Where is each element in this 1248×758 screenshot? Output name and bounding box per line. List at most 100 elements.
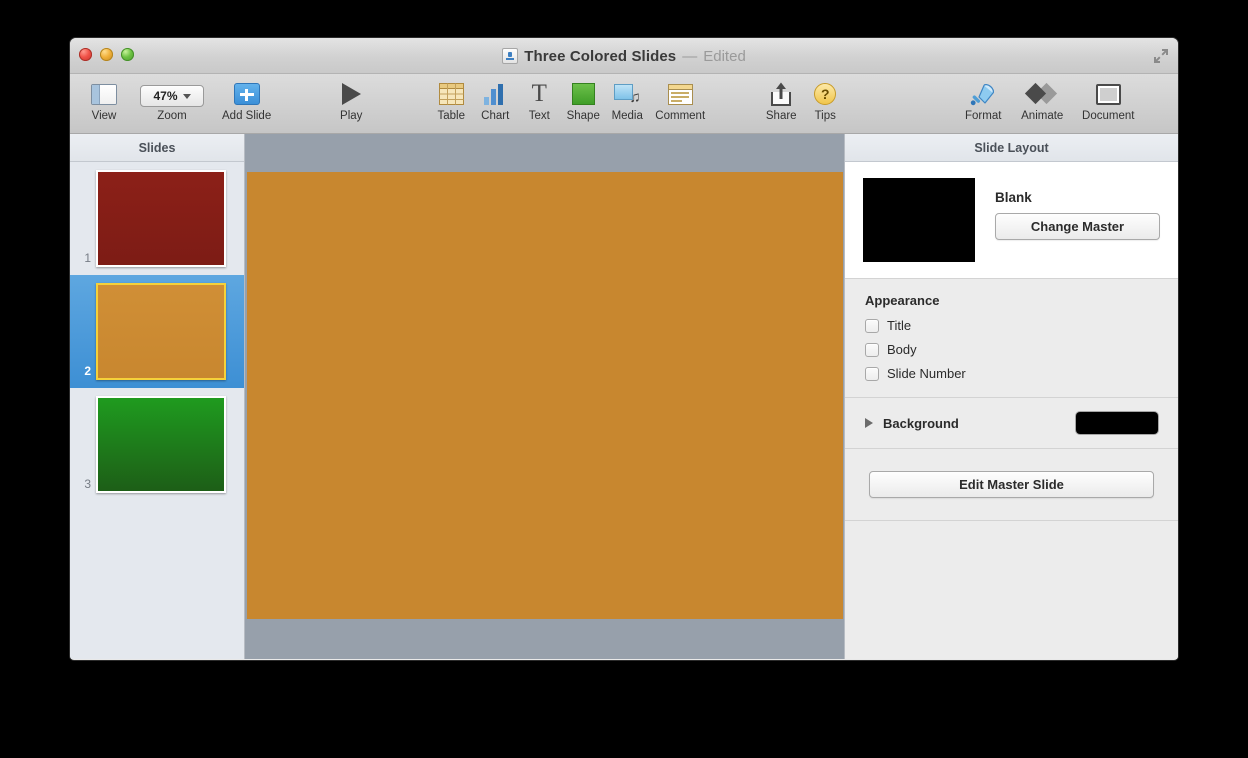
format-button[interactable]: Format (955, 74, 1011, 122)
master-slide-section: Blank Change Master (845, 162, 1178, 279)
slide-canvas-area[interactable] (245, 134, 844, 659)
bar-chart-icon (483, 79, 508, 109)
document-title: Three Colored Slides (524, 48, 676, 65)
traffic-lights (79, 48, 134, 61)
slide-list: 1 2 3 (70, 162, 244, 659)
background-section[interactable]: Background (845, 398, 1178, 449)
slide-thumbnail-2[interactable]: 2 (70, 275, 244, 388)
add-slide-button[interactable]: Add Slide (222, 74, 271, 122)
appearance-title: Appearance (865, 293, 1158, 308)
slides-header: Slides (70, 134, 244, 162)
media-button[interactable]: ♫ Media (605, 74, 649, 122)
edit-master-section: Edit Master Slide (845, 449, 1178, 521)
appearance-slide-number-row[interactable]: Slide Number (865, 366, 1158, 381)
play-button[interactable]: Play (329, 74, 373, 122)
slide-navigator: Slides 1 2 3 (70, 134, 245, 659)
master-thumbnail[interactable] (863, 178, 975, 262)
edited-badge: Edited (703, 48, 746, 65)
background-color-swatch[interactable] (1076, 412, 1158, 434)
appearance-title-row[interactable]: Title (865, 318, 1158, 333)
slide-preview-2 (96, 283, 226, 380)
shape-label: Shape (567, 110, 600, 122)
text-t-icon: T (532, 79, 547, 109)
slide-preview-3 (96, 396, 226, 493)
toolbar-insert-group: Table Chart T Text (429, 74, 711, 122)
current-slide-canvas[interactable] (247, 172, 843, 619)
toolbar-right-group: Format Animate Document (955, 74, 1143, 122)
appearance-section: Appearance Title Body Slide Number (845, 279, 1178, 398)
animate-button[interactable]: Animate (1011, 74, 1073, 122)
title-checkbox[interactable] (865, 319, 879, 333)
share-button[interactable]: Share (759, 74, 803, 122)
keynote-window: Three Colored Slides — Edited View (70, 38, 1178, 660)
shape-button[interactable]: Shape (561, 74, 605, 122)
zoom-value: 47% (153, 89, 177, 103)
animate-label: Animate (1021, 110, 1063, 122)
zoom-control[interactable]: 47% Zoom (140, 74, 204, 122)
paintbrush-icon (970, 79, 996, 109)
question-circle-icon: ? (814, 79, 836, 109)
slide-thumbnail-1[interactable]: 1 (70, 162, 244, 275)
text-t-glyph: T (532, 83, 547, 105)
document-button[interactable]: Document (1073, 74, 1143, 122)
title-checkbox-label: Title (887, 318, 911, 333)
document-label: Document (1082, 110, 1134, 122)
keynote-document-icon (502, 48, 518, 64)
master-name-label: Blank (995, 190, 1160, 205)
add-slide-label: Add Slide (222, 110, 271, 122)
text-button[interactable]: T Text (517, 74, 561, 122)
zoom-popup-button[interactable]: 47% (140, 79, 204, 109)
tips-button[interactable]: ? Tips (803, 74, 847, 122)
minimize-button[interactable] (100, 48, 113, 61)
main-toolbar: View 47% Zoom Add Slide (70, 74, 1178, 134)
plus-square-icon (234, 79, 260, 109)
body-checkbox[interactable] (865, 343, 879, 357)
share-arrow-icon (770, 79, 792, 109)
body-checkbox-label: Body (887, 342, 917, 357)
title-bar: Three Colored Slides — Edited (70, 38, 1178, 74)
view-button[interactable]: View (82, 74, 126, 122)
slide-number-2: 2 (70, 364, 96, 380)
edit-master-slide-button[interactable]: Edit Master Slide (869, 471, 1154, 498)
chart-label: Chart (481, 110, 509, 122)
format-label: Format (965, 110, 1001, 122)
comment-button[interactable]: Comment (649, 74, 711, 122)
change-master-button[interactable]: Change Master (995, 213, 1160, 240)
green-square-icon (572, 79, 595, 109)
appearance-body-row[interactable]: Body (865, 342, 1158, 357)
chart-button[interactable]: Chart (473, 74, 517, 122)
table-label: Table (437, 110, 465, 122)
toolbar-share-group: Share ? Tips (759, 74, 847, 122)
chevron-down-icon (183, 94, 191, 99)
maximize-button[interactable] (121, 48, 134, 61)
document-rect-icon (1096, 79, 1121, 109)
view-label: View (92, 110, 117, 122)
slide-number-1: 1 (70, 251, 96, 267)
diamonds-icon (1027, 79, 1057, 109)
window-title: Three Colored Slides — Edited (70, 38, 1178, 74)
comment-label: Comment (655, 110, 705, 122)
close-button[interactable] (79, 48, 92, 61)
view-window-icon (91, 79, 117, 109)
window-body: Slides 1 2 3 Slide L (70, 134, 1178, 659)
fullscreen-expand-icon[interactable] (1152, 47, 1170, 65)
photo-music-icon: ♫ (614, 79, 641, 109)
title-separator: — (682, 48, 697, 65)
slide-number-checkbox[interactable] (865, 367, 879, 381)
table-button[interactable]: Table (429, 74, 473, 122)
toolbar-left-group: View 47% Zoom Add Slide (70, 74, 271, 122)
disclosure-triangle-icon[interactable] (865, 418, 873, 428)
format-inspector: Slide Layout Blank Change Master Appeara… (844, 134, 1178, 659)
slide-thumbnail-3[interactable]: 3 (70, 388, 244, 501)
media-label: Media (612, 110, 643, 122)
question-glyph: ? (814, 83, 836, 105)
slide-number-checkbox-label: Slide Number (887, 366, 966, 381)
slide-number-3: 3 (70, 477, 96, 493)
background-label: Background (883, 416, 1076, 431)
share-label: Share (766, 110, 797, 122)
text-label: Text (529, 110, 550, 122)
play-triangle-icon (342, 79, 361, 109)
tips-label: Tips (815, 110, 836, 122)
play-label: Play (340, 110, 362, 122)
zoom-label: Zoom (157, 110, 186, 122)
